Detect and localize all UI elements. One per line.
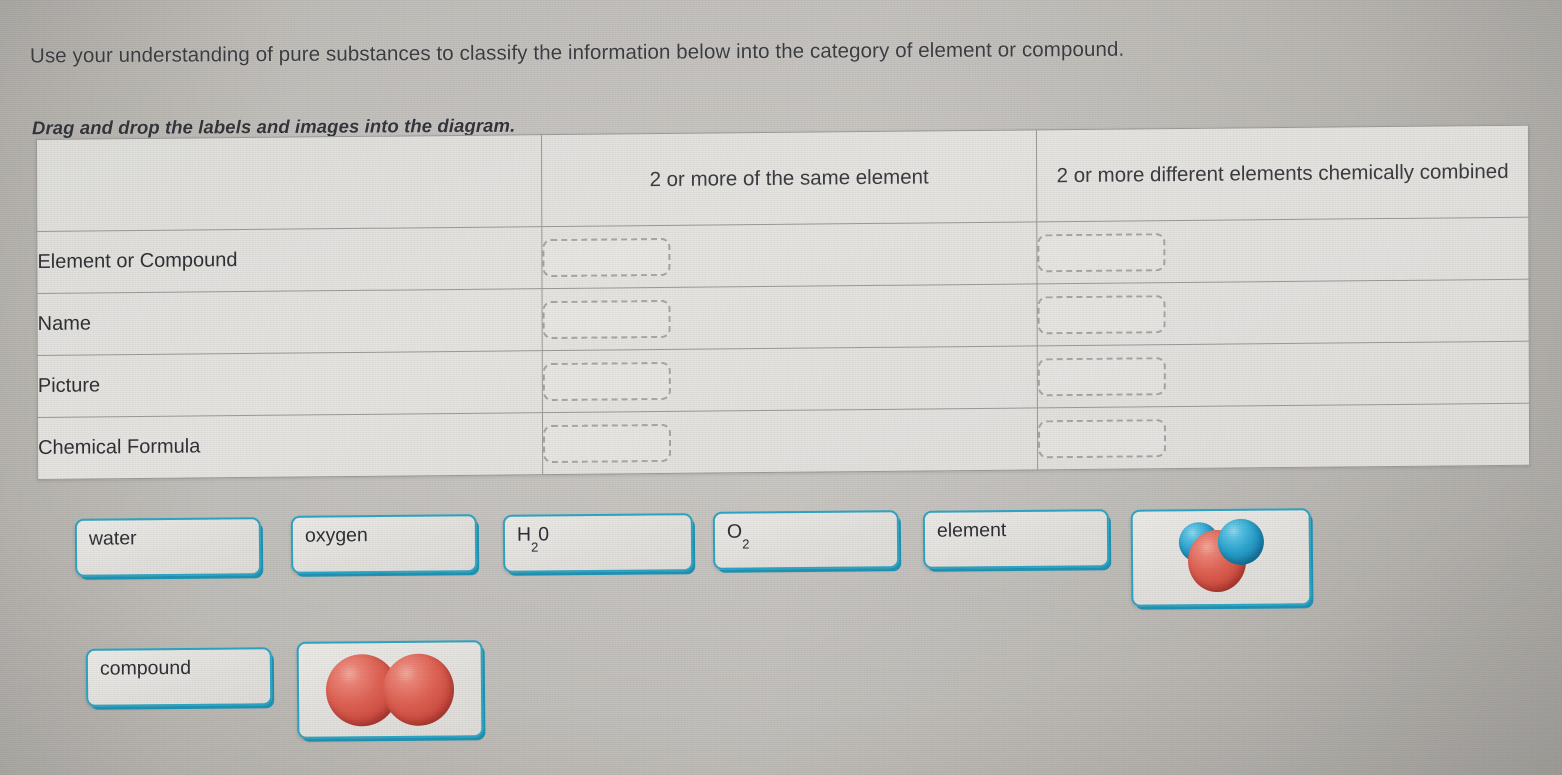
dropzone-cell[interactable] <box>542 345 1038 413</box>
row-label-chemical-formula: Chemical Formula <box>37 412 543 480</box>
dropzone-cell[interactable] <box>1037 403 1530 470</box>
compound-chip[interactable]: compound <box>85 647 273 707</box>
dropzone-element-or-compound-same[interactable] <box>542 237 671 277</box>
oxygen-molecule-image <box>325 651 455 728</box>
water-molecule-chip[interactable] <box>1130 508 1312 607</box>
worksheet-page: Use your understanding of pure substance… <box>0 0 1562 775</box>
dropzone-picture-same[interactable] <box>542 361 671 401</box>
row-label-name: Name <box>37 288 543 356</box>
hydrogen-atom-right-sphere <box>1217 518 1265 565</box>
h2o-formula-chip[interactable]: H20 <box>502 513 694 573</box>
table-row: Chemical Formula <box>37 403 1530 480</box>
element-chip[interactable]: element <box>922 509 1110 569</box>
compound-chip-label: compound <box>99 656 192 680</box>
row-label-element-or-compound: Element or Compound <box>36 226 543 294</box>
oxygen-atom-right-sphere <box>382 652 455 726</box>
dropzone-chemical-formula-same[interactable] <box>542 423 672 463</box>
h2o-formula-label: H20 <box>516 523 550 555</box>
water-chip-label: water <box>88 527 137 550</box>
oxygen-chip[interactable]: oxygen <box>290 514 478 574</box>
dropzone-cell[interactable] <box>1036 279 1530 346</box>
row-label-picture: Picture <box>37 350 543 418</box>
classification-table: 2 or more of the same element 2 or more … <box>36 124 1531 481</box>
dropzone-cell[interactable] <box>541 221 1037 289</box>
column-header-same-element: 2 or more of the same element <box>541 129 1037 227</box>
element-chip-label: element <box>936 519 1007 542</box>
dropzone-picture-diff[interactable] <box>1037 356 1166 396</box>
dropzone-cell[interactable] <box>1037 341 1530 408</box>
oxygen-chip-label: oxygen <box>304 524 368 547</box>
oxygen-molecule-chip[interactable] <box>296 640 484 739</box>
table-header-row: 2 or more of the same element 2 or more … <box>36 125 1529 232</box>
dropzone-cell[interactable] <box>542 407 1038 475</box>
water-chip[interactable]: water <box>74 517 262 577</box>
dropzone-name-same[interactable] <box>542 299 671 339</box>
dropzone-name-diff[interactable] <box>1037 294 1166 334</box>
dropzone-chemical-formula-diff[interactable] <box>1037 418 1167 458</box>
dropzone-cell[interactable] <box>1036 217 1529 284</box>
water-molecule-image <box>1171 515 1272 600</box>
dropzone-cell[interactable] <box>542 283 1038 351</box>
o2-formula-chip[interactable]: O2 <box>712 510 900 570</box>
page-title: Use your understanding of pure substance… <box>29 37 1125 68</box>
column-header-different-elements: 2 or more different elements chemically … <box>1036 125 1529 222</box>
table-corner-cell <box>36 134 542 232</box>
classification-diagram: 2 or more of the same element 2 or more … <box>36 124 1531 481</box>
o2-formula-label: O2 <box>726 520 750 552</box>
dropzone-element-or-compound-diff[interactable] <box>1037 232 1166 272</box>
